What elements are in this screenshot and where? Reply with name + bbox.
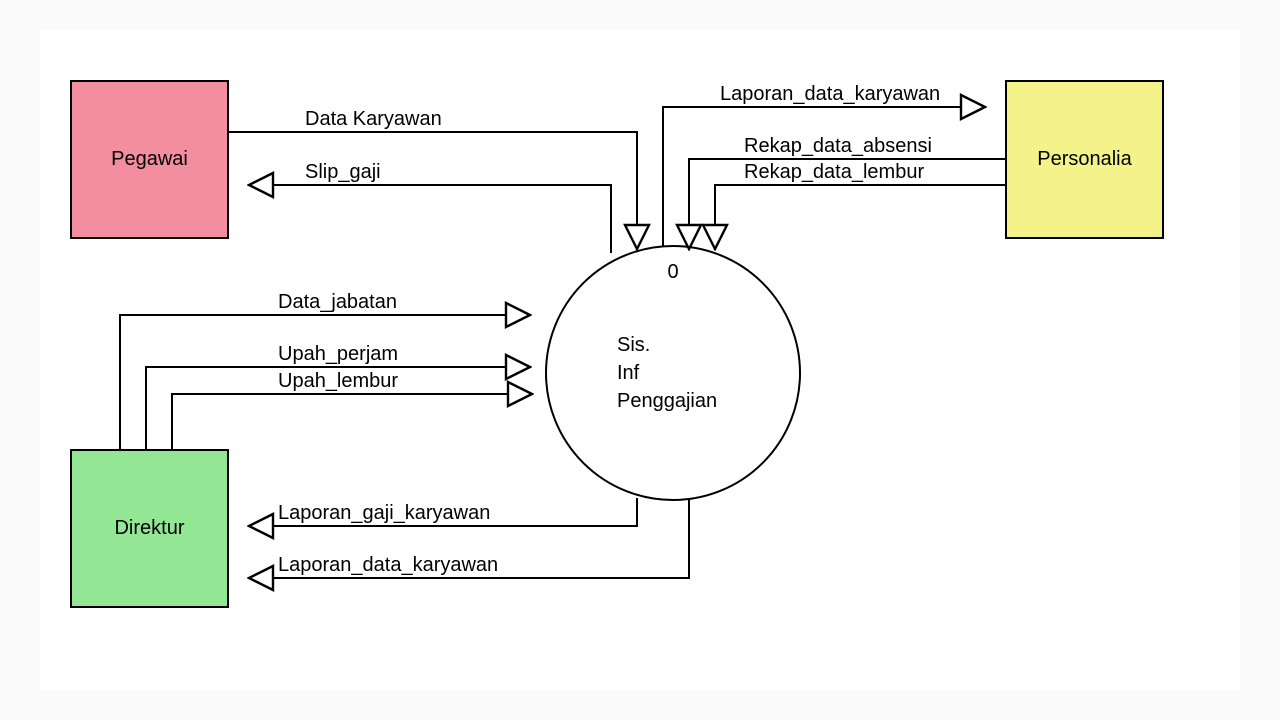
flow-label-laporan-gaji-karyawan: Laporan_gaji_karyawan: [278, 502, 490, 525]
flow-label-slip-gaji: Slip_gaji: [305, 161, 381, 184]
flow-label-data-jabatan: Data_jabatan: [278, 291, 397, 314]
flow-upah-lembur: [172, 394, 530, 449]
entity-pegawai: Pegawai: [70, 80, 229, 239]
flow-label-laporan-data-karyawan-bot: Laporan_data_karyawan: [278, 554, 498, 577]
process-id: 0: [547, 261, 799, 284]
entity-direktur-label: Direktur: [114, 517, 184, 540]
entity-pegawai-label: Pegawai: [111, 148, 188, 171]
entity-direktur: Direktur: [70, 449, 229, 608]
process-0: 0 Sis. Inf Penggajian: [545, 245, 801, 501]
process-label: Sis. Inf Penggajian: [617, 331, 717, 415]
diagram-canvas: Pegawai Personalia Direktur 0 Sis. Inf P…: [40, 30, 1240, 690]
flow-data-karyawan: [229, 132, 637, 247]
flow-rekap-data-lembur: [715, 185, 1005, 247]
flow-label-laporan-data-karyawan-top: Laporan_data_karyawan: [720, 83, 940, 106]
flow-label-data-karyawan: Data Karyawan: [305, 108, 442, 131]
flow-label-upah-lembur: Upah_lembur: [278, 370, 398, 393]
flow-label-upah-perjam: Upah_perjam: [278, 343, 398, 366]
entity-personalia-label: Personalia: [1037, 148, 1132, 171]
flow-slip-gaji: [251, 185, 611, 253]
entity-personalia: Personalia: [1005, 80, 1164, 239]
flow-label-rekap-data-absensi: Rekap_data_absensi: [744, 135, 932, 158]
flow-label-rekap-data-lembur: Rekap_data_lembur: [744, 161, 924, 184]
